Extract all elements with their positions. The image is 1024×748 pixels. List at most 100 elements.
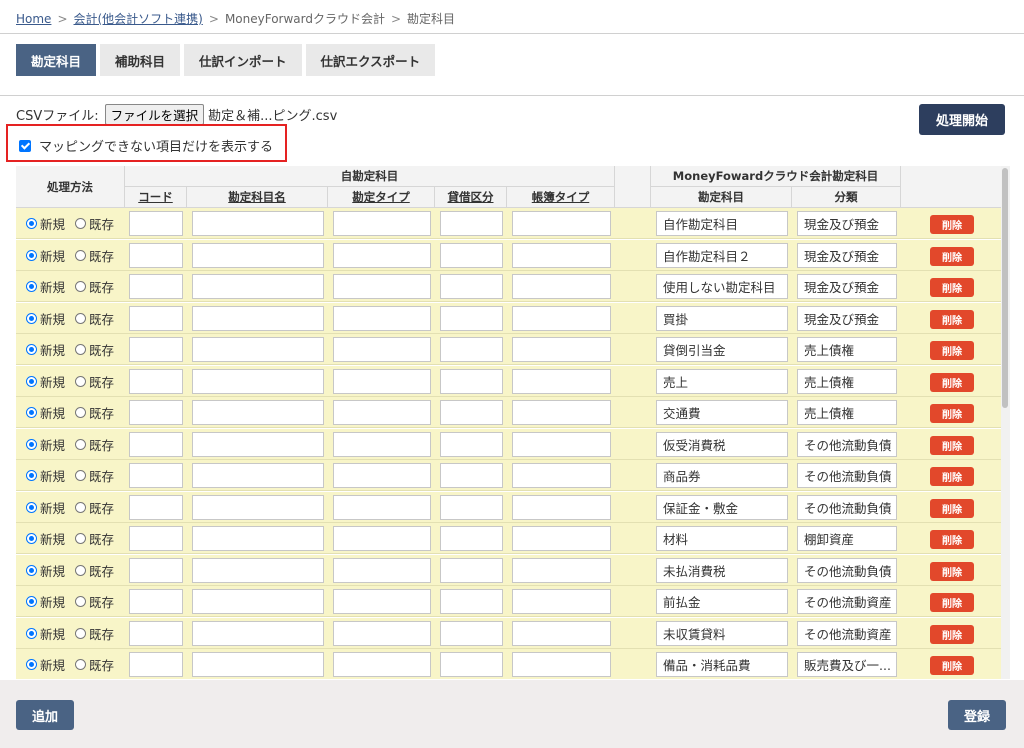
mf-category-field[interactable]: 売上債権: [797, 368, 897, 394]
mf-account-field[interactable]: 仮受消費税: [656, 431, 788, 457]
radio-existing[interactable]: [75, 438, 87, 450]
tab-accounts[interactable]: 勘定科目: [16, 44, 97, 76]
account-name-input[interactable]: [192, 620, 324, 646]
book-type-input[interactable]: [512, 337, 611, 362]
mf-category-field[interactable]: その他流動資産: [797, 589, 897, 614]
account-type-input[interactable]: [333, 557, 431, 583]
delete-button[interactable]: 削除: [930, 593, 974, 612]
debit-credit-input[interactable]: [440, 400, 503, 425]
code-input[interactable]: [129, 368, 183, 394]
delete-button[interactable]: 削除: [930, 246, 974, 266]
radio-existing[interactable]: [75, 281, 87, 292]
code-input[interactable]: [129, 337, 183, 362]
tab-sub-accounts[interactable]: 補助科目: [100, 44, 181, 76]
account-name-input[interactable]: [192, 211, 324, 236]
delete-button[interactable]: 削除: [930, 435, 974, 455]
mf-category-field[interactable]: その他流動負債: [797, 557, 897, 583]
radio-existing[interactable]: [75, 407, 87, 418]
account-name-input[interactable]: [192, 305, 324, 331]
code-input[interactable]: [129, 652, 183, 677]
radio-new[interactable]: [26, 659, 37, 670]
mf-account-field[interactable]: 売上: [656, 368, 788, 394]
book-type-input[interactable]: [512, 620, 611, 646]
register-button[interactable]: 登録: [948, 700, 1006, 730]
book-type-input[interactable]: [512, 431, 611, 457]
radio-new[interactable]: [26, 501, 37, 513]
mf-account-field[interactable]: 自作勘定科目２: [656, 242, 788, 268]
table-scrollbar-thumb[interactable]: [1002, 168, 1008, 408]
book-type-input[interactable]: [512, 526, 611, 551]
breadcrumb-accounting-link[interactable]: 会計(他会計ソフト連携): [74, 12, 203, 26]
debit-credit-input[interactable]: [440, 242, 503, 268]
account-name-input[interactable]: [192, 242, 324, 268]
delete-button[interactable]: 削除: [930, 341, 974, 360]
debit-credit-input[interactable]: [440, 526, 503, 551]
account-type-input[interactable]: [333, 620, 431, 646]
mf-category-field[interactable]: その他流動資産: [797, 620, 897, 646]
book-type-input[interactable]: [512, 305, 611, 331]
filter-checkbox[interactable]: [19, 139, 31, 152]
debit-credit-input[interactable]: [440, 589, 503, 614]
mf-category-field[interactable]: その他流動負債: [797, 463, 897, 488]
account-name-input[interactable]: [192, 431, 324, 457]
book-type-input[interactable]: [512, 368, 611, 394]
code-input[interactable]: [129, 494, 183, 520]
start-processing-button[interactable]: 処理開始: [919, 104, 1005, 135]
delete-button[interactable]: 削除: [930, 309, 974, 329]
mf-account-field[interactable]: 商品券: [656, 463, 788, 488]
book-type-input[interactable]: [512, 463, 611, 488]
code-input[interactable]: [129, 305, 183, 331]
radio-new[interactable]: [26, 312, 37, 324]
radio-existing[interactable]: [75, 470, 87, 481]
mf-category-field[interactable]: 売上債権: [797, 400, 897, 425]
account-type-input[interactable]: [333, 463, 431, 488]
add-button[interactable]: 追加: [16, 700, 74, 730]
delete-button[interactable]: 削除: [930, 498, 974, 518]
code-input[interactable]: [129, 242, 183, 268]
mf-category-field[interactable]: 現金及び預金: [797, 274, 897, 299]
book-type-input[interactable]: [512, 400, 611, 425]
mf-category-field[interactable]: 売上債権: [797, 337, 897, 362]
header-account-name[interactable]: 勘定科目名: [187, 187, 328, 208]
account-type-input[interactable]: [333, 431, 431, 457]
radio-new[interactable]: [26, 249, 37, 261]
radio-existing[interactable]: [75, 627, 87, 639]
account-type-input[interactable]: [333, 652, 431, 677]
book-type-input[interactable]: [512, 211, 611, 236]
delete-button[interactable]: 削除: [930, 561, 974, 581]
account-name-input[interactable]: [192, 337, 324, 362]
account-type-input[interactable]: [333, 368, 431, 394]
book-type-input[interactable]: [512, 494, 611, 520]
mf-account-field[interactable]: 備品・消耗品費: [656, 652, 788, 677]
code-input[interactable]: [129, 274, 183, 299]
debit-credit-input[interactable]: [440, 274, 503, 299]
delete-button[interactable]: 削除: [930, 278, 974, 297]
account-type-input[interactable]: [333, 494, 431, 520]
tab-journal-import[interactable]: 仕訳インポート: [184, 44, 302, 76]
mf-account-field[interactable]: 自作勘定科目: [656, 211, 788, 236]
radio-existing[interactable]: [75, 249, 87, 261]
delete-button[interactable]: 削除: [930, 215, 974, 234]
debit-credit-input[interactable]: [440, 620, 503, 646]
mf-account-field[interactable]: 材料: [656, 526, 788, 551]
header-debit-credit[interactable]: 貸借区分: [435, 187, 507, 208]
code-input[interactable]: [129, 431, 183, 457]
radio-new[interactable]: [26, 596, 37, 607]
delete-button[interactable]: 削除: [930, 404, 974, 423]
account-name-input[interactable]: [192, 368, 324, 394]
mf-category-field[interactable]: その他流動負債: [797, 431, 897, 457]
book-type-input[interactable]: [512, 652, 611, 677]
mf-account-field[interactable]: 使用しない勘定科目: [656, 274, 788, 299]
code-input[interactable]: [129, 589, 183, 614]
choose-file-button[interactable]: ファイルを選択: [104, 104, 205, 125]
delete-button[interactable]: 削除: [930, 656, 974, 675]
debit-credit-input[interactable]: [440, 463, 503, 488]
account-name-input[interactable]: [192, 526, 324, 551]
debit-credit-input[interactable]: [440, 652, 503, 677]
radio-existing[interactable]: [75, 312, 87, 324]
account-type-input[interactable]: [333, 400, 431, 425]
code-input[interactable]: [129, 400, 183, 425]
account-type-input[interactable]: [333, 274, 431, 299]
account-name-input[interactable]: [192, 494, 324, 520]
account-name-input[interactable]: [192, 400, 324, 425]
